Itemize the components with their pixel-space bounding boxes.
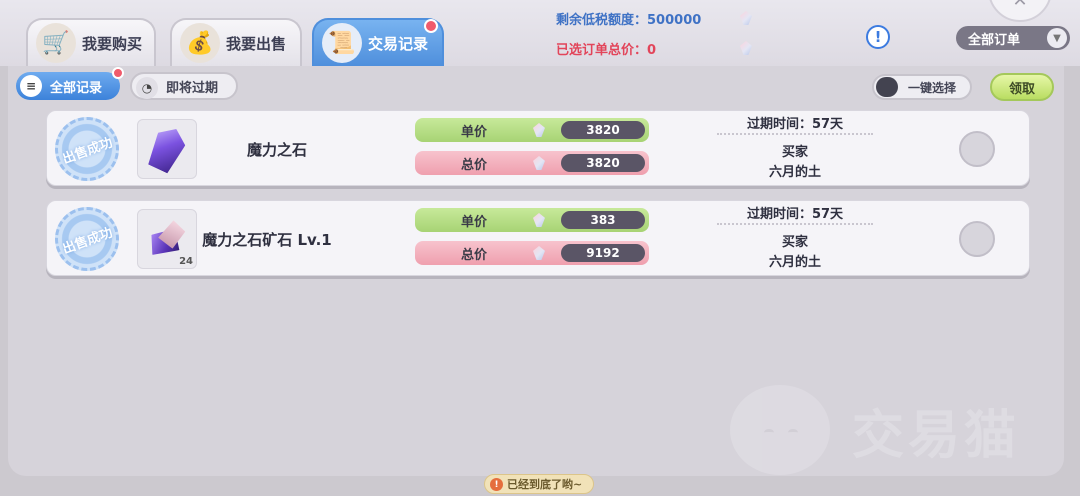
records-scroll-icon: 📜 bbox=[322, 23, 362, 63]
select-all-toggle[interactable]: 一键选择 bbox=[872, 74, 972, 100]
diamond-icon bbox=[533, 213, 545, 227]
diamond-icon bbox=[533, 156, 545, 170]
buyer-name: 六月的土 bbox=[768, 255, 821, 270]
divider bbox=[717, 133, 873, 135]
clock-icon: ◔ bbox=[136, 77, 158, 99]
info-button[interactable]: ! bbox=[866, 25, 890, 49]
sold-stamp-text: 出售成功 bbox=[60, 224, 115, 257]
item-name: 魔力之石矿石 Lv.1 bbox=[202, 231, 332, 249]
claim-button-label: 领取 bbox=[1008, 81, 1035, 97]
buyer-label: 买家 bbox=[781, 235, 808, 250]
buyer-label: 买家 bbox=[781, 145, 808, 160]
warning-icon: ! bbox=[490, 478, 503, 491]
sold-stamp-text: 出售成功 bbox=[60, 134, 115, 167]
low-tax-quota-value: 500000 bbox=[647, 13, 702, 28]
subtab-expiring[interactable]: ◔ 即将过期 bbox=[130, 72, 238, 100]
unit-price-bar: 单价 3820 bbox=[415, 118, 649, 142]
low-tax-quota-label: 剩余低税额度： bbox=[556, 13, 648, 28]
expire-time: 过期时间：57天 bbox=[746, 117, 844, 132]
tab-records-label: 交易记录 bbox=[368, 34, 429, 53]
subtab-all-records-label: 全部记录 bbox=[50, 80, 103, 96]
cat-logo-icon bbox=[730, 385, 830, 475]
total-price-label: 总价 bbox=[460, 157, 487, 173]
claim-button[interactable]: 领取 bbox=[990, 73, 1054, 101]
watermark-text: 交易猫 bbox=[852, 405, 1021, 466]
unit-price-label: 单价 bbox=[460, 214, 487, 230]
sold-stamp: 出售成功 bbox=[55, 207, 119, 271]
divider bbox=[717, 223, 873, 225]
close-icon: ✕ bbox=[1012, 0, 1028, 11]
low-tax-quota: 剩余低税额度：500000 bbox=[556, 9, 701, 28]
selected-total: 已选订单总价：0 bbox=[556, 39, 656, 58]
total-price-label: 总价 bbox=[460, 247, 487, 263]
record-card: 出售成功 24 魔力之石矿石 Lv.1 单价 383 总价 9192 过期时间：… bbox=[46, 200, 1030, 276]
cart-icon: 🛒 bbox=[36, 23, 76, 63]
unit-price-value: 3820 bbox=[561, 121, 645, 139]
chevron-down-icon: ▼ bbox=[1047, 28, 1067, 48]
expire-time: 过期时间：57天 bbox=[746, 207, 844, 222]
selected-total-value: 0 bbox=[647, 43, 657, 58]
item-quantity: 24 bbox=[179, 256, 193, 267]
unit-price-value: 383 bbox=[561, 211, 645, 229]
order-filter-dropdown[interactable]: 全部订单 ▼ bbox=[956, 26, 1070, 50]
tab-sell-label: 我要出售 bbox=[226, 34, 287, 53]
selected-total-label: 已选订单总价： bbox=[556, 43, 648, 58]
item-name: 魔力之石 bbox=[246, 141, 307, 159]
money-bag-icon: 💰 bbox=[180, 23, 220, 63]
record-select-radio[interactable] bbox=[959, 221, 995, 257]
tab-records-notification-dot bbox=[424, 19, 438, 33]
record-card: 出售成功 魔力之石 单价 3820 总价 3820 过期时间：57天 买家 六月… bbox=[46, 110, 1030, 186]
total-price-bar: 总价 3820 bbox=[415, 151, 649, 175]
select-all-label: 一键选择 bbox=[908, 80, 957, 95]
tab-buy[interactable]: 🛒 我要购买 bbox=[26, 18, 156, 66]
watermark: 交易猫 bbox=[730, 380, 1060, 480]
toggle-knob bbox=[876, 77, 898, 97]
order-filter-label: 全部订单 bbox=[968, 32, 1021, 48]
unit-price-bar: 单价 383 bbox=[415, 208, 649, 232]
record-select-radio[interactable] bbox=[959, 131, 995, 167]
subtab-notification-dot bbox=[112, 67, 124, 79]
top-bar bbox=[0, 0, 1080, 66]
diamond-icon bbox=[533, 123, 545, 137]
total-price-value: 3820 bbox=[561, 154, 645, 172]
info-icon: ! bbox=[874, 28, 882, 46]
end-of-list-text: 已经到底了哟~ bbox=[507, 478, 583, 491]
sold-stamp: 出售成功 bbox=[55, 117, 119, 181]
tab-sell[interactable]: 💰 我要出售 bbox=[170, 18, 302, 66]
subtab-expiring-label: 即将过期 bbox=[166, 80, 219, 96]
end-of-list-notice: ! 已经到底了哟~ bbox=[484, 474, 594, 494]
list-icon: ≡ bbox=[20, 75, 42, 97]
unit-price-label: 单价 bbox=[460, 124, 487, 140]
diamond-icon bbox=[533, 246, 545, 260]
buyer-name: 六月的土 bbox=[768, 165, 821, 180]
subtab-all-records[interactable]: ≡ 全部记录 bbox=[16, 72, 120, 100]
tab-buy-label: 我要购买 bbox=[82, 34, 143, 53]
total-price-bar: 总价 9192 bbox=[415, 241, 649, 265]
total-price-value: 9192 bbox=[561, 244, 645, 262]
